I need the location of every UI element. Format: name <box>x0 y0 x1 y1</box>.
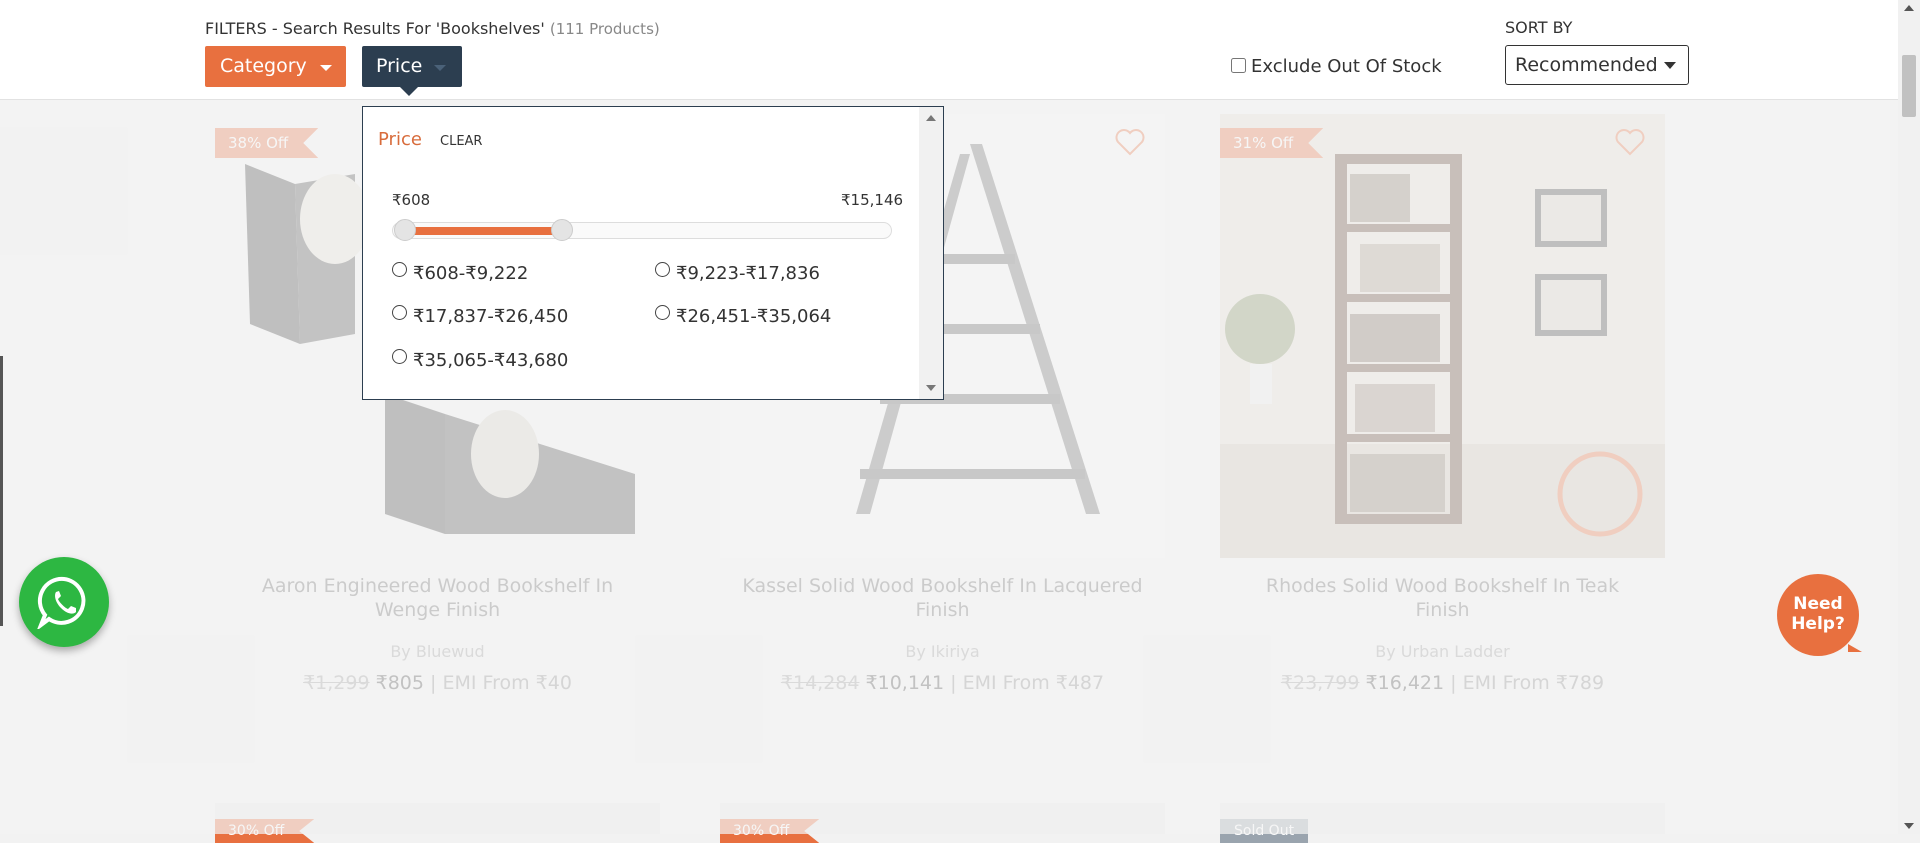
product-emi: EMI From ₹789 <box>1462 672 1605 694</box>
sort-selected-value: Recommended <box>1515 54 1658 76</box>
price-range-option[interactable]: ₹35,065-₹43,680 <box>392 349 568 371</box>
need-help-line: Need <box>1793 594 1843 614</box>
product-name[interactable]: Kassel Solid Wood Bookshelf In Lacquered… <box>720 574 1165 622</box>
scrollbar-thumb[interactable] <box>1902 55 1916 117</box>
product-name[interactable]: Aaron Engineered Wood Bookshelf In Wenge… <box>215 574 660 622</box>
sort-select[interactable]: Recommended <box>1505 45 1689 85</box>
price-separator: | <box>1450 672 1457 694</box>
price-slider-min-handle[interactable] <box>394 219 416 241</box>
price-max-label: ₹15,146 <box>841 191 904 209</box>
heart-icon[interactable] <box>1115 128 1145 156</box>
clear-price-button[interactable]: CLEAR <box>440 134 482 149</box>
popup-scrollbar[interactable] <box>919 107 943 399</box>
product-card[interactable]: Sold Out <box>1220 803 1665 843</box>
radio-button[interactable] <box>655 305 670 320</box>
product-name-line: Kassel Solid Wood Bookshelf In Lacquered <box>742 575 1143 597</box>
need-help-button[interactable]: Need Help? <box>1777 574 1862 656</box>
product-sale-price: ₹10,141 <box>865 672 945 694</box>
scroll-down-icon[interactable] <box>1904 823 1914 829</box>
whatsapp-icon <box>37 576 86 629</box>
scroll-up-icon[interactable] <box>926 115 936 121</box>
price-range-label: ₹35,065-₹43,680 <box>413 350 569 371</box>
product-name-line: Wenge Finish <box>374 599 501 621</box>
product-card[interactable]: 31% Off Rhodes Solid Wood Bookshelf In T… <box>1220 114 1665 694</box>
product-card[interactable]: 30% Off <box>720 803 1165 834</box>
discount-badge: 30% Off <box>215 819 314 843</box>
price-filter-button[interactable]: Price <box>362 46 462 96</box>
price-min-label: ₹608 <box>392 191 431 209</box>
product-image[interactable]: 31% Off <box>1220 114 1665 558</box>
product-sale-price: ₹805 <box>375 672 424 694</box>
product-name[interactable]: Rhodes Solid Wood Bookshelf In Teak Fini… <box>1220 574 1665 622</box>
radio-button[interactable] <box>655 262 670 277</box>
price-separator: | <box>950 672 957 694</box>
exclude-out-of-stock-checkbox[interactable] <box>1231 58 1246 73</box>
product-brand: By Urban Ladder <box>1375 642 1510 661</box>
product-price: ₹1,299 ₹805 | EMI From ₹40 <box>215 672 660 694</box>
chevron-down-icon <box>1664 62 1676 69</box>
product-mrp: ₹14,284 <box>780 672 860 694</box>
price-slider-max-handle[interactable] <box>551 219 574 241</box>
whatsapp-chat-button[interactable] <box>19 557 109 647</box>
price-popup-title: Price <box>378 129 422 150</box>
price-range-label: ₹17,837-₹26,450 <box>413 306 569 327</box>
category-filter-label: Category <box>220 55 307 77</box>
price-range-option[interactable]: ₹26,451-₹35,064 <box>655 305 831 327</box>
product-card[interactable]: 30% Off <box>215 803 660 834</box>
product-name-line: Rhodes Solid Wood Bookshelf In Teak <box>1265 575 1620 597</box>
filters-title-text: FILTERS - Search Results For 'Bookshelve… <box>205 19 545 38</box>
discount-badge: 30% Off <box>720 819 819 843</box>
filters-heading: FILTERS - Search Results For 'Bookshelve… <box>205 19 660 38</box>
radio-button[interactable] <box>392 349 407 364</box>
sold-out-badge: Sold Out <box>1220 819 1309 843</box>
product-emi: EMI From ₹487 <box>962 672 1105 694</box>
price-range-label: ₹26,451-₹35,064 <box>676 306 832 327</box>
price-range-label: ₹608-₹9,222 <box>413 263 529 284</box>
radio-button[interactable] <box>392 262 407 277</box>
scroll-up-icon[interactable] <box>1904 5 1914 11</box>
price-range-label: ₹9,223-₹17,836 <box>676 263 820 284</box>
price-slider[interactable] <box>392 219 892 241</box>
product-price: ₹14,284 ₹10,141 | EMI From ₹487 <box>720 672 1165 694</box>
chevron-down-icon <box>320 65 332 71</box>
chevron-down-icon <box>434 65 446 71</box>
product-name-line: Aaron Engineered Wood Bookshelf In <box>261 575 614 597</box>
product-mrp: ₹1,299 <box>303 672 370 694</box>
product-photo-bookshelf <box>1220 114 1665 558</box>
page-scrollbar[interactable] <box>1898 0 1920 834</box>
exclude-out-of-stock-label: Exclude Out Of Stock <box>1251 56 1442 77</box>
product-brand: By Bluewud <box>390 642 485 661</box>
category-filter-button[interactable]: Category <box>205 46 346 87</box>
product-mrp: ₹23,799 <box>1280 672 1360 694</box>
product-emi: EMI From ₹40 <box>442 672 572 694</box>
product-sale-price: ₹16,421 <box>1365 672 1445 694</box>
product-brand: By Ikiriya <box>905 642 980 661</box>
product-count: (111 Products) <box>549 20 660 38</box>
price-range-option[interactable]: ₹9,223-₹17,836 <box>655 262 820 284</box>
product-name-line: Finish <box>915 599 970 621</box>
price-slider-fill <box>405 227 563 235</box>
scroll-down-icon[interactable] <box>926 385 936 391</box>
radio-button[interactable] <box>392 305 407 320</box>
exclude-out-of-stock[interactable]: Exclude Out Of Stock <box>1231 56 1442 77</box>
heart-icon[interactable] <box>1615 128 1645 156</box>
product-name-line: Finish <box>1415 599 1470 621</box>
price-filter-popup: Price CLEAR ₹608 ₹15,146 ₹608-₹9,222 ₹9,… <box>362 106 944 400</box>
sort-by-label: SORT BY <box>1505 18 1573 37</box>
price-range-option[interactable]: ₹608-₹9,222 <box>392 262 528 284</box>
price-range-option[interactable]: ₹17,837-₹26,450 <box>392 305 568 327</box>
need-help-line: Help? <box>1791 614 1845 634</box>
price-filter-label: Price <box>376 55 423 77</box>
price-separator: | <box>430 672 437 694</box>
product-price: ₹23,799 ₹16,421 | EMI From ₹789 <box>1220 672 1665 694</box>
discount-badge: 31% Off <box>1220 128 1323 158</box>
side-tab[interactable] <box>0 356 3 626</box>
filter-bar: FILTERS - Search Results For 'Bookshelve… <box>0 0 1898 100</box>
discount-badge: 38% Off <box>215 128 318 158</box>
